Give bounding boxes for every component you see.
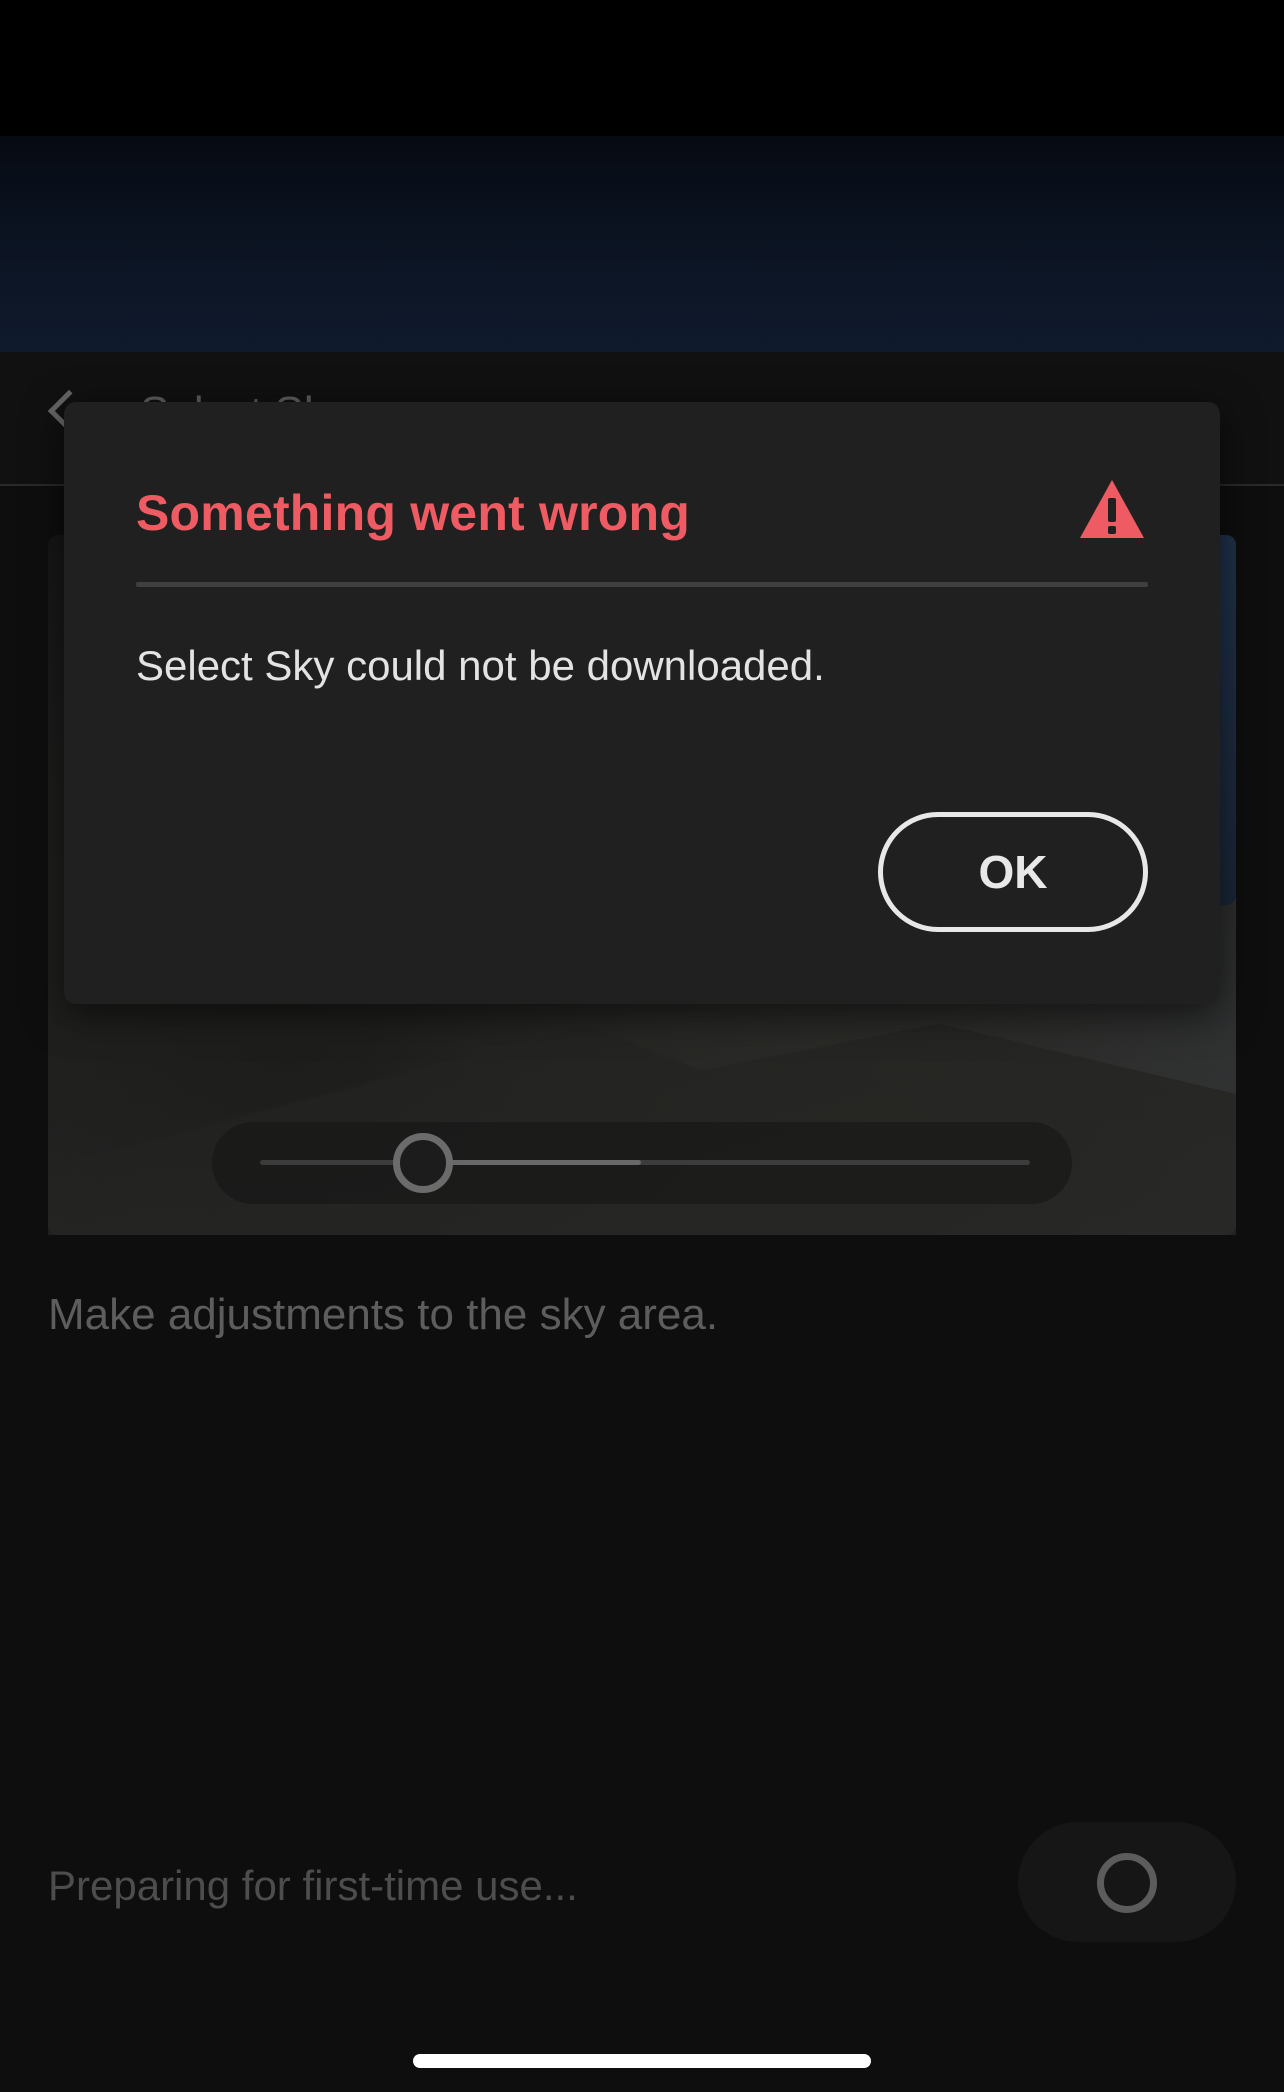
- slider-track[interactable]: [260, 1160, 1030, 1165]
- sky-banner-image: [0, 136, 1284, 352]
- status-bar: [0, 0, 1284, 136]
- dialog-message: Select Sky could not be downloaded.: [136, 642, 825, 689]
- slider-fill: [423, 1160, 641, 1165]
- dialog-title: Something went wrong: [136, 485, 690, 541]
- slider-thumb[interactable]: [393, 1133, 453, 1193]
- loading-spinner-icon: [1097, 1853, 1157, 1913]
- app-screen: Select Sky Make adjustments to the sky a…: [0, 0, 1284, 2092]
- error-dialog: Something went wrong Select Sky could no…: [64, 402, 1220, 1004]
- hint-text: Make adjustments to the sky area.: [48, 1290, 719, 1339]
- home-indicator[interactable]: [413, 2054, 871, 2068]
- dialog-divider: [136, 582, 1148, 587]
- preparing-status: Preparing for first-time use...: [48, 1862, 578, 1909]
- ok-button[interactable]: OK: [878, 812, 1148, 932]
- warning-icon: [1080, 480, 1144, 538]
